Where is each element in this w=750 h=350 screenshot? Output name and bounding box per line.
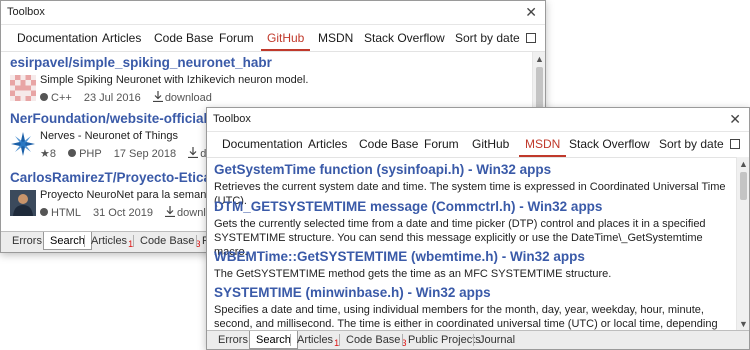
tab-articles[interactable]: Articles [308, 137, 347, 151]
divider [402, 334, 403, 346]
bottom-tab-code-base[interactable]: Code Base3 [140, 232, 200, 250]
window-title: Toolbox [213, 113, 251, 125]
divider [84, 235, 85, 247]
language-dot-icon [40, 208, 48, 216]
result-link[interactable]: SYSTEMTIME (minwinbase.h) - Win32 apps [214, 285, 729, 300]
chevron-up-icon[interactable]: ▲ [737, 158, 749, 170]
bottom-tab-errors[interactable]: Errors [12, 232, 42, 250]
repo-date: 17 Sep 2018 [113, 148, 177, 160]
repo-date: 23 Jul 2016 [83, 92, 141, 104]
sort-by-date-toggle[interactable]: Sort by date [659, 137, 740, 151]
list-item: SYSTEMTIME (minwinbase.h) - Win32 apps S… [214, 285, 729, 331]
divider [290, 334, 291, 346]
tab-stack-overflow[interactable]: Stack Overflow [569, 137, 650, 151]
tab-github[interactable]: GitHub [260, 31, 311, 51]
repo-date: 31 Oct 2019 [93, 207, 153, 219]
tab-documentation[interactable]: Documentation [222, 137, 303, 151]
tab-code-base[interactable]: Code Base [359, 137, 418, 151]
repo-meta: C++ 23 Jul 2016 download [40, 91, 221, 104]
titlebar: Toolbox ✕ [207, 108, 749, 132]
chevron-up-icon[interactable]: ▲ [533, 53, 545, 65]
result-link[interactable]: DTM_GETSYSTEMTIME message (Commctrl.h) -… [214, 199, 729, 214]
tab-forum[interactable]: Forum [219, 31, 254, 45]
tab-msdn[interactable]: MSDN [518, 137, 567, 157]
language-dot-icon [40, 93, 48, 101]
scrollbar-thumb[interactable] [740, 172, 747, 200]
download-icon [165, 206, 176, 218]
source-tabs: Documentation Articles Code Base Forum G… [1, 26, 545, 52]
tab-stack-overflow[interactable]: Stack Overflow [364, 31, 445, 45]
sort-by-date-toggle[interactable]: Sort by date [455, 31, 536, 45]
divider [133, 235, 134, 247]
language-dot-icon [68, 149, 77, 157]
result-link[interactable]: WBEMTime::GetSYSTEMTIME (wbemtime.h) - W… [214, 249, 729, 264]
tab-articles[interactable]: Articles [102, 31, 141, 45]
list-item: NerFoundation/website-official Nerves - … [10, 111, 247, 160]
close-icon[interactable]: ✕ [525, 4, 537, 21]
download-icon [188, 147, 199, 159]
tab-msdn[interactable]: MSDN [318, 31, 353, 45]
identicon-avatar [10, 75, 36, 101]
list-item: esirpavel/simple_spiking_neuronet_habr S… [10, 55, 308, 104]
sort-by-date-label: Sort by date [659, 137, 724, 151]
language-badge: PHP [68, 148, 102, 160]
list-item: CarlosRamirezT/Proyecto-Etica-4 Proyecto… [10, 170, 236, 219]
person-photo-avatar [10, 190, 36, 216]
sort-by-date-checkbox[interactable] [525, 33, 536, 43]
bottom-tab-public-projects[interactable]: Public Projects [408, 331, 481, 349]
sort-by-date-label: Sort by date [455, 31, 520, 45]
divider [196, 235, 197, 247]
tab-forum[interactable]: Forum [424, 137, 459, 151]
repo-link[interactable]: NerFoundation/website-official [10, 111, 207, 126]
close-icon[interactable]: ✕ [729, 111, 741, 128]
download-link[interactable]: download [152, 91, 212, 104]
star-count: ★8 [40, 148, 56, 160]
result-description: The GetSYSTEMTIME method gets the time a… [214, 268, 612, 280]
repo-description: Nerves - Neuronet of Things [40, 130, 178, 142]
language-badge: C++ [40, 92, 72, 104]
window-title: Toolbox [7, 6, 45, 18]
list-item: WBEMTime::GetSYSTEMTIME (wbemtime.h) - W… [214, 249, 729, 281]
repo-description: Simple Spiking Neuronet with Izhikevich … [40, 74, 309, 86]
bottom-tab-articles[interactable]: Articles1 [297, 331, 339, 349]
result-description: Specifies a date and time, using individ… [214, 304, 718, 330]
star-logo-avatar [10, 131, 36, 157]
divider [339, 334, 340, 346]
tab-github[interactable]: GitHub [472, 137, 509, 151]
results-list: GetSystemTime function (sysinfoapi.h) - … [207, 159, 735, 331]
tab-code-base[interactable]: Code Base [154, 31, 213, 45]
tab-documentation[interactable]: Documentation [17, 31, 98, 45]
bottom-tab-journal[interactable]: Journal [479, 331, 515, 349]
result-link[interactable]: GetSystemTime function (sysinfoapi.h) - … [214, 162, 729, 177]
download-icon [152, 91, 163, 103]
toolbox-window-front: Toolbox ✕ Documentation Articles Code Ba… [206, 107, 750, 350]
divider [473, 334, 474, 346]
bottom-tabs: Errors Search Articles1 Code Base3 Publi… [207, 330, 749, 349]
repo-link[interactable]: CarlosRamirezT/Proyecto-Etica-4 [10, 170, 223, 185]
bottom-tab-errors[interactable]: Errors [218, 331, 248, 349]
language-badge: HTML [40, 207, 81, 219]
source-tabs: Documentation Articles Code Base Forum G… [207, 132, 749, 158]
bottom-tab-articles[interactable]: Articles1 [91, 232, 133, 250]
sort-by-date-checkbox[interactable] [729, 139, 740, 149]
bottom-tab-code-base[interactable]: Code Base3 [346, 331, 406, 349]
titlebar: Toolbox ✕ [1, 1, 545, 25]
star-icon: ★ [40, 148, 50, 160]
vertical-scrollbar[interactable]: ▲ ▼ [736, 157, 749, 331]
repo-meta: HTML 31 Oct 2019 download [40, 206, 233, 219]
chevron-down-icon[interactable]: ▼ [737, 318, 749, 330]
repo-link[interactable]: esirpavel/simple_spiking_neuronet_habr [10, 55, 272, 70]
